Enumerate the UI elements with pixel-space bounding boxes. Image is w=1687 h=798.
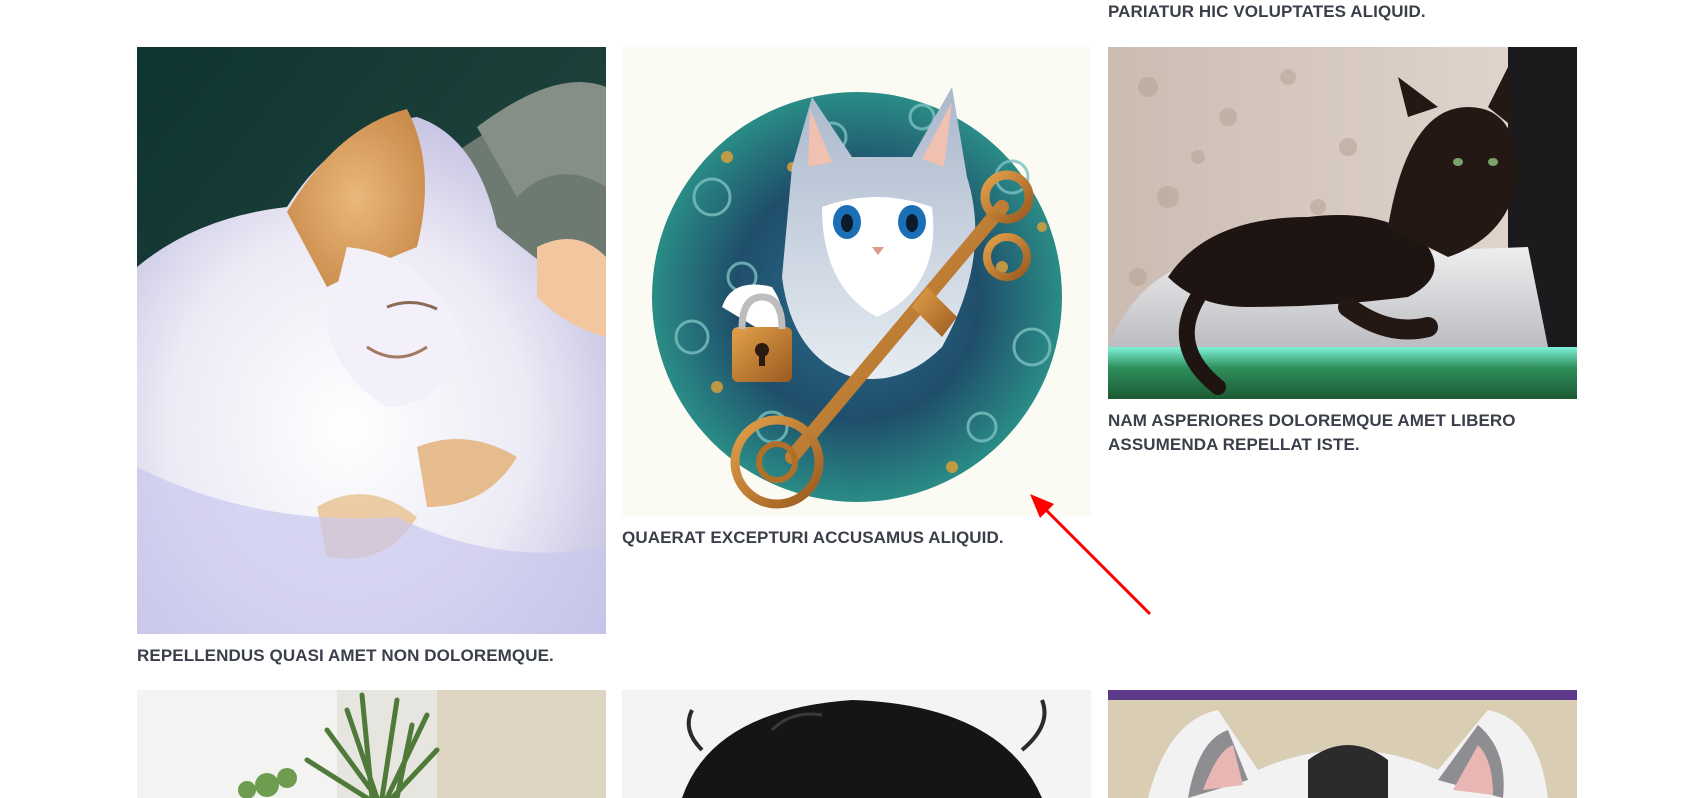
kitten-image (1108, 690, 1577, 798)
card-caption-1[interactable]: REPELLENDUS QUASI AMET NON DOLOREMQUE. (137, 644, 606, 668)
cat-key-image (622, 47, 1091, 516)
plants-image (137, 690, 606, 798)
card-image-sleeping-cat[interactable] (137, 47, 606, 634)
card-caption-3[interactable]: NAM ASPERIORES DOLOREMQUE AMET LIBERO AS… (1108, 409, 1577, 457)
card-image-black-cat[interactable] (1108, 47, 1577, 399)
gallery-page: PARIATUR HIC VOLUPTATES ALIQUID. REPELLE… (0, 0, 1687, 798)
card-caption-top[interactable]: PARIATUR HIC VOLUPTATES ALIQUID. (1108, 0, 1578, 24)
sleeping-cat-image (137, 47, 606, 634)
black-cat-image (1108, 47, 1577, 399)
card-image-plants[interactable] (137, 690, 606, 798)
fluffy-cat-image (622, 690, 1091, 798)
card-image-cat-key[interactable] (622, 47, 1091, 516)
card-image-kitten[interactable] (1108, 690, 1577, 798)
card-image-fluffy-cat[interactable] (622, 690, 1091, 798)
card-caption-2[interactable]: QUAERAT EXCEPTURI ACCUSAMUS ALIQUID. (622, 526, 1091, 550)
